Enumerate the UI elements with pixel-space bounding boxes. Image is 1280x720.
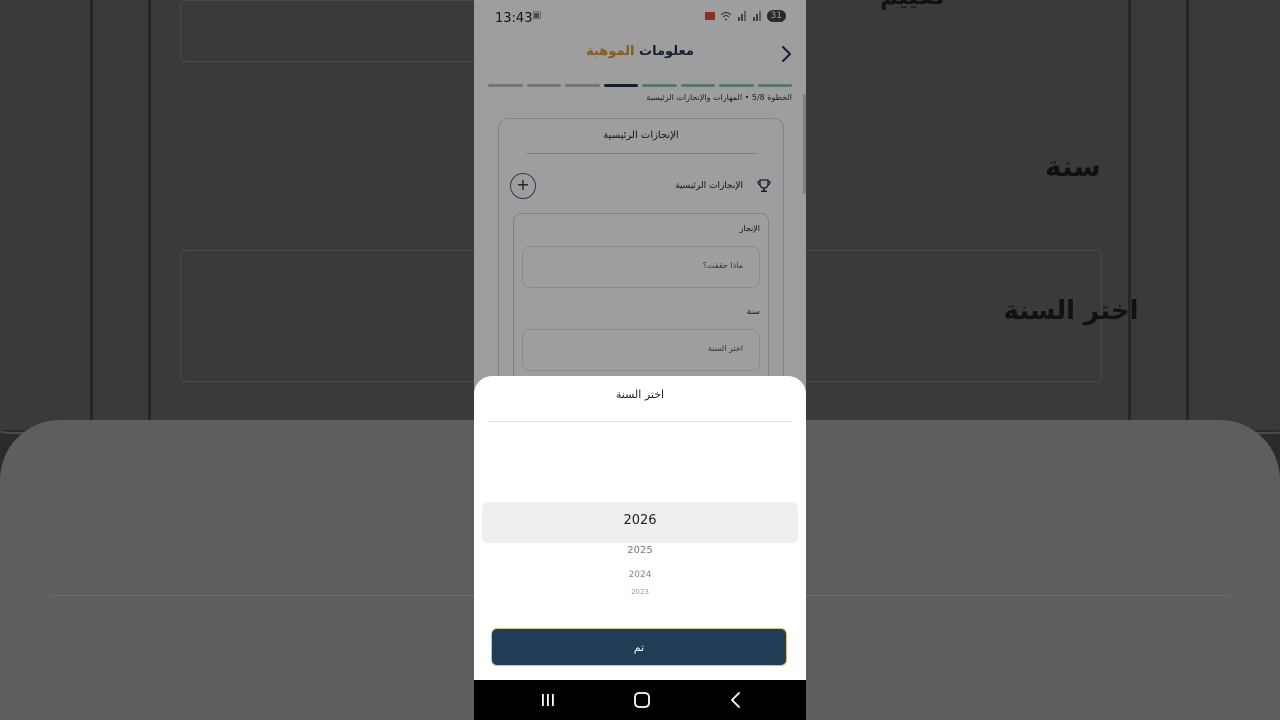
bg-divider	[90, 0, 93, 430]
bg-text-top: تقييم	[880, 0, 945, 10]
system-nav-bar	[474, 680, 806, 720]
year-option-selected[interactable]: 2026	[474, 513, 806, 528]
year-option[interactable]: 2023	[474, 588, 806, 596]
back-icon	[731, 692, 740, 708]
bg-divider	[148, 0, 151, 430]
picker-title: اختر السنة	[615, 388, 665, 401]
bg-box	[180, 250, 482, 382]
year-picker-sheet: اختر السنة 2026 2025 2024 2023 تم	[474, 376, 806, 680]
app-screen: 13:43 ▣ 31 معلومات الموهبة الخطوة 5/8 • …	[474, 0, 806, 680]
nav-back-button[interactable]	[724, 690, 748, 710]
home-button[interactable]	[630, 690, 654, 710]
year-option[interactable]: 2025	[474, 545, 806, 556]
bg-box	[180, 0, 482, 62]
year-option[interactable]: 2024	[474, 570, 806, 580]
bg-text-select-year: اختر السنة	[1003, 296, 1139, 326]
bg-divider	[1186, 0, 1189, 430]
picker-divider	[488, 421, 792, 422]
bg-text-year-label: سنة	[1045, 150, 1101, 183]
recent-apps-icon	[542, 694, 554, 706]
home-icon	[634, 692, 650, 708]
phone-screen: 13:43 ▣ 31 معلومات الموهبة الخطوة 5/8 • …	[474, 0, 806, 720]
done-button[interactable]: تم	[491, 628, 787, 666]
recent-apps-button[interactable]	[536, 690, 560, 710]
bg-divider	[1128, 0, 1131, 430]
